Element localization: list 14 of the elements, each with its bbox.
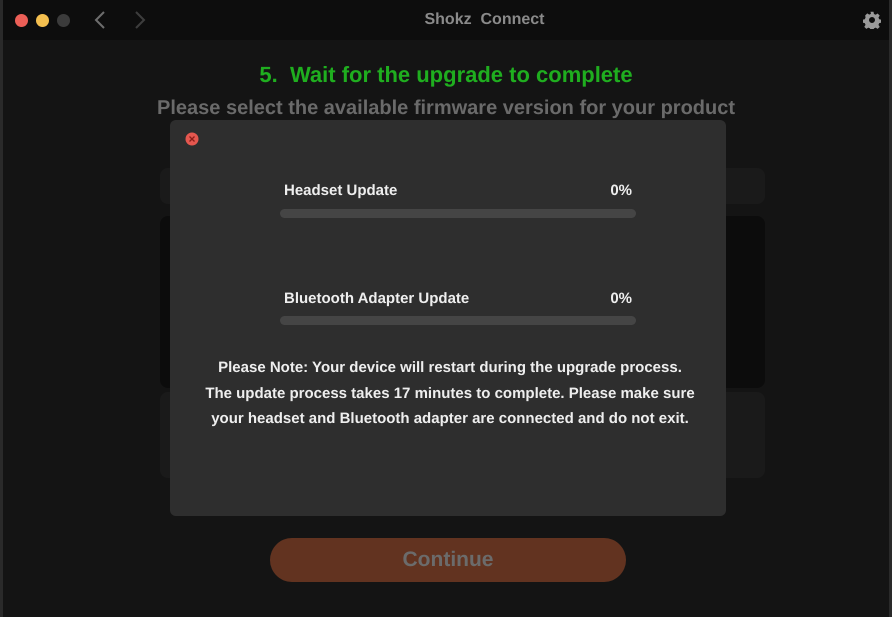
- minimize-window-button[interactable]: [36, 14, 49, 26]
- note-text: The update process takes 17 minutes to complete. Please make sure your headset and Bluetooth adapter are connected and do not exit.: [204, 384, 696, 429]
- window-title: Shokz Connect: [424, 11, 544, 28]
- settings-icon[interactable]: [863, 11, 881, 29]
- progress-percent: 0%: [610, 181, 632, 201]
- subtitle: Please select the available firmware version for your product: [157, 97, 735, 119]
- progress-label: Bluetooth Adapter Update: [284, 288, 470, 308]
- close-window-button[interactable]: [15, 14, 28, 26]
- step-title: 5. Wait for the upgrade to complete: [259, 61, 633, 89]
- back-icon[interactable]: [94, 11, 106, 29]
- progress-label: Headset Update: [284, 181, 398, 201]
- note-text: Please Note: Your device will restart during the upgrade process.: [217, 358, 683, 378]
- close-icon[interactable]: [185, 132, 199, 146]
- progress-percent: 0%: [610, 288, 632, 308]
